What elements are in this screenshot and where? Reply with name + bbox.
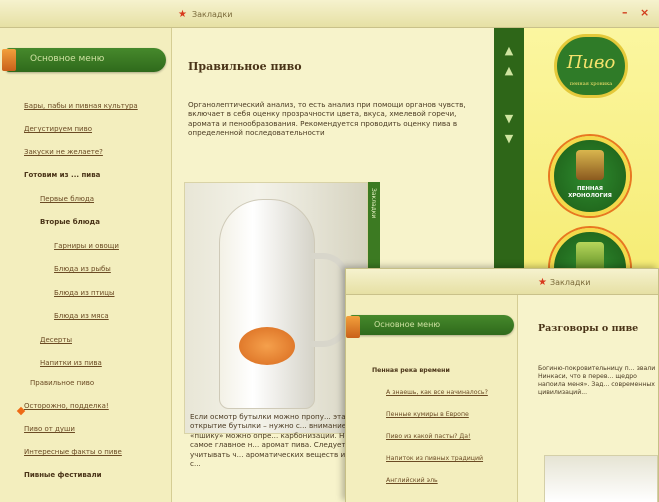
sidebar-item-soul[interactable]: Пиво от души <box>24 425 75 433</box>
sidebar-item-garnish[interactable]: Гарниры и овощи <box>54 242 119 250</box>
minimize-button[interactable]: – <box>622 6 628 19</box>
sidebar-item-drinks[interactable]: Напитки из пива <box>40 359 102 367</box>
logo-text: Пиво <box>566 52 616 73</box>
bookmark-star-icon: ★ <box>538 277 547 288</box>
page-title: Правильное пиво <box>188 60 302 73</box>
sidebar-item-festivals[interactable]: Пивные фестивали <box>24 471 102 479</box>
chronology-badge[interactable]: ПЕННАЯ ХРОНОЛОГИЯ <box>550 136 630 216</box>
window2-page-title: Разговоры о пиве <box>538 323 639 334</box>
sidebar-item-traditions[interactable]: Напиток из пивных традиций <box>386 455 483 462</box>
sidebar-item-cooking[interactable]: Готовим из ... пива <box>24 171 100 179</box>
beer-glass-photo <box>184 182 368 434</box>
side-tab-label: Закладки <box>370 188 377 219</box>
menu-header: Основное меню <box>2 48 166 72</box>
window2-title: Закладки <box>550 278 591 287</box>
beer-liquid <box>239 327 295 365</box>
chronology-icon <box>576 150 604 180</box>
sidebar-item-snacks[interactable]: Закуски не желаете? <box>24 148 103 156</box>
sidebar-item-paste[interactable]: Пиво из какой пасты? Да! <box>386 433 470 440</box>
close-button[interactable]: × <box>640 6 649 19</box>
sidebar-item-meat[interactable]: Блюда из мяса <box>54 312 109 320</box>
bookmarks-window-2: ★ Закладки Основное меню Пенная река вре… <box>345 268 659 502</box>
sidebar-item-timeline[interactable]: Пенная река времени <box>372 367 450 374</box>
bookmark-side-tab[interactable]: Закладки <box>368 182 380 278</box>
menu-header-label: Основное меню <box>30 54 105 64</box>
bookmark-star-icon: ★ <box>178 9 187 20</box>
scroll-down-fast-icon[interactable]: ▼ <box>502 132 516 146</box>
window-title: Закладки <box>192 10 233 19</box>
window2-menu-header: Основное меню <box>346 315 514 338</box>
sidebar-item-bars[interactable]: Бары, пабы и пивная культура <box>24 102 138 110</box>
sidebar-item-fish[interactable]: Блюда из рыбы <box>54 265 111 273</box>
sidebar-item-europe[interactable]: Пенные кумиры в Европе <box>386 411 469 418</box>
window-titlebar[interactable]: ★ Закладки – × <box>0 0 659 28</box>
scroll-up-icon[interactable]: ▲ <box>502 44 516 58</box>
window2-photo <box>544 455 658 502</box>
bottom-paragraph: Если осмотр бутылки можно пропу... этап … <box>190 412 366 469</box>
sidebar-item-poultry[interactable]: Блюда из птицы <box>54 289 115 297</box>
sidebar-item-second-dishes[interactable]: Вторые блюда <box>40 218 100 226</box>
scroll-down-icon[interactable]: ▼ <box>502 112 516 126</box>
chronology-label: ПЕННАЯ ХРОНОЛОГИЯ <box>568 186 612 199</box>
sidebar-item-facts[interactable]: Интересные факты о пиве <box>24 448 122 456</box>
window2-titlebar[interactable]: ★ Закладки <box>346 269 658 295</box>
sidebar-item-desserts[interactable]: Десерты <box>40 336 72 344</box>
window2-intro: Богиню-покровительницу п... звали Нинкас… <box>538 365 656 396</box>
scroll-up-fast-icon[interactable]: ▲ <box>502 64 516 78</box>
sidebar-menu: Основное меню Бары, пабы и пивная культу… <box>0 28 172 502</box>
sidebar-item-tasting[interactable]: Дегустируем пиво <box>24 125 92 133</box>
beer-mug-icon <box>346 316 360 338</box>
sidebar-item-fake[interactable]: Осторожно, подделка! <box>24 402 109 410</box>
window2-content: Разговоры о пиве Богиню-покровительницу … <box>518 295 658 502</box>
window2-sidebar: Основное меню Пенная река времени А знае… <box>346 295 518 502</box>
intro-paragraph: Органолептический анализ, то есть анализ… <box>188 100 466 138</box>
sidebar-item-right-beer[interactable]: Правильное пиво <box>30 379 94 387</box>
beer-mug-icon <box>2 49 16 71</box>
brand-logo: Пиво пенная хроника <box>554 34 628 98</box>
glass-shape <box>219 199 315 409</box>
logo-subtitle: пенная хроника <box>569 81 613 87</box>
window2-menu-header-label: Основное меню <box>374 320 441 329</box>
sidebar-item-origins[interactable]: А знаешь, как все начиналось? <box>386 389 488 396</box>
sidebar-item-ale[interactable]: Английский эль <box>386 477 438 484</box>
glass-handle <box>311 253 349 347</box>
sidebar-item-first-dishes[interactable]: Первые блюда <box>40 195 94 203</box>
